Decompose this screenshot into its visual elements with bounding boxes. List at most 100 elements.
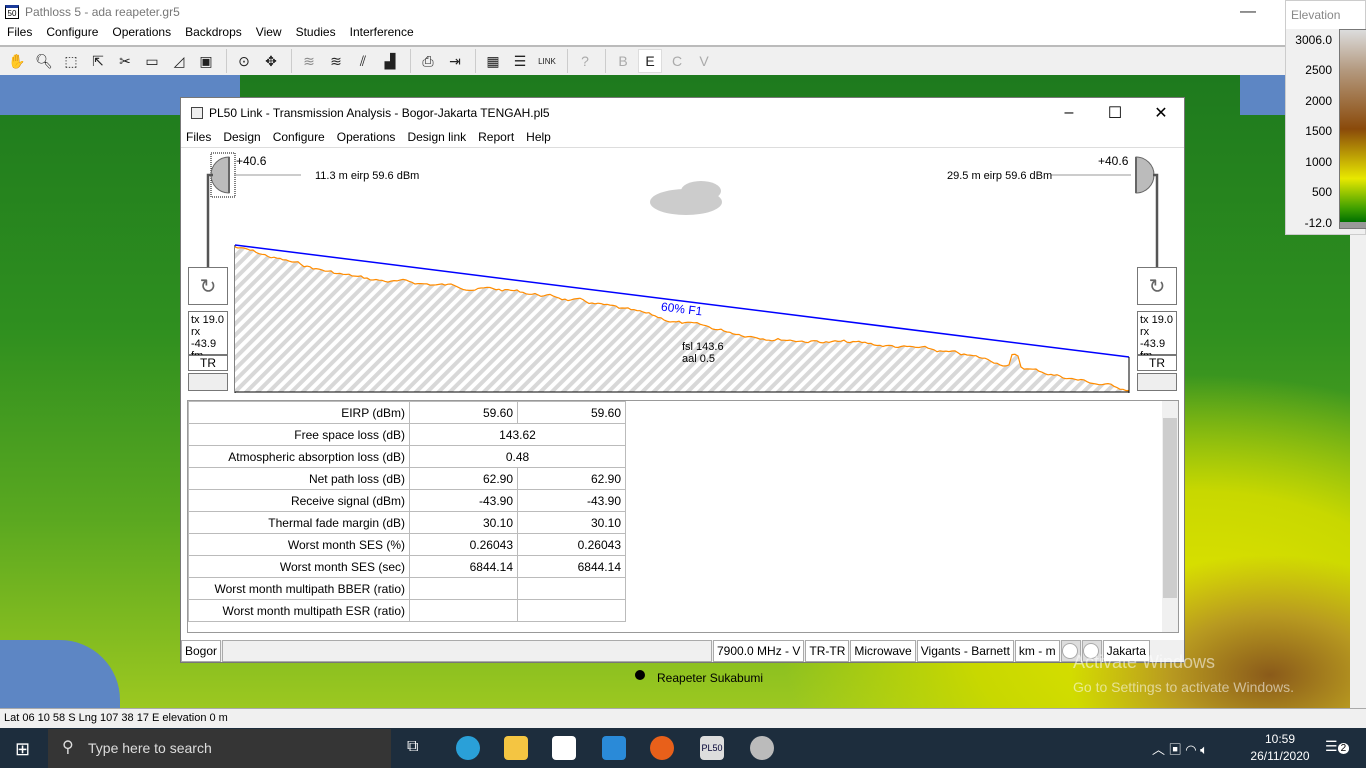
search-icon: ⚲ (62, 739, 74, 756)
menu-configure[interactable]: Configure (268, 128, 332, 147)
menu-configure[interactable]: Configure (39, 24, 105, 43)
left-radio-rotate-icon[interactable]: ↻ (188, 267, 228, 305)
left-blank-button[interactable] (188, 373, 228, 391)
maximize-button[interactable]: ☐ (1092, 98, 1138, 128)
left-antenna-info: 11.3 m eirp 59.6 dBm (315, 170, 420, 182)
row-value: 62.90 (517, 467, 626, 490)
pathloss-icon[interactable] (750, 736, 774, 760)
minimize-button[interactable]: – (1046, 98, 1092, 128)
status-frequency[interactable]: 7900.0 MHz - V (713, 640, 805, 662)
pointer-link-icon[interactable]: ⇱ (86, 49, 110, 73)
toggle-b[interactable]: B (611, 49, 635, 73)
link-icon[interactable]: LINK (535, 49, 559, 73)
row-value (517, 577, 626, 600)
site-label: Reapeter Sukabumi (657, 671, 764, 685)
pl50-icon[interactable]: PL50 (700, 736, 724, 760)
terrain-fill (235, 247, 1129, 392)
menu-files[interactable]: Files (0, 24, 39, 43)
right-radio-rotate-icon[interactable]: ↻ (1137, 267, 1177, 305)
zoom-1-1-icon[interactable]: ⊙ (232, 49, 256, 73)
camera-icon[interactable]: ▣ (194, 49, 218, 73)
separator (291, 49, 292, 73)
right-radio-info[interactable]: tx 19.0 rx -43.9 fm 30.1 (1137, 311, 1177, 374)
elevation-label: 500 (1311, 185, 1332, 199)
select-area-icon[interactable]: ⬚ (59, 49, 83, 73)
file-explorer-icon[interactable] (504, 736, 528, 760)
elevation-label: 3006.0 (1295, 33, 1332, 47)
menu-operations[interactable]: Operations (105, 24, 178, 43)
row-value: 6844.14 (517, 555, 626, 578)
close-button[interactable]: ✕ (1138, 98, 1184, 128)
site-marker[interactable] (635, 670, 645, 680)
search-icon[interactable]: 🔍︎ (32, 49, 56, 73)
menu-interference[interactable]: Interference (343, 24, 421, 43)
task-view-icon[interactable]: ⧉ (407, 738, 418, 756)
table-row: Worst month multipath BBER (ratio) (188, 577, 626, 600)
menu-design-link[interactable]: Design link (402, 128, 473, 147)
sea-area (1240, 75, 1285, 115)
elevation-label: 2500 (1305, 63, 1332, 77)
watermark-line2: Go to Settings to activate Windows. (1073, 679, 1294, 695)
menu-view[interactable]: View (249, 24, 289, 43)
menu-operations[interactable]: Operations (332, 128, 403, 147)
status-units[interactable]: km - m (1014, 640, 1060, 662)
menu-studies[interactable]: Studies (289, 24, 343, 43)
row-label: Net path loss (dB) (188, 467, 410, 490)
list-icon[interactable]: ☰ (508, 49, 532, 73)
profile-icon[interactable]: ◿ (167, 49, 191, 73)
left-mode[interactable]: TR (188, 355, 228, 371)
analysis-table: EIRP (dBm) 59.60 59.60 Free space loss (dB)… (187, 400, 1179, 633)
scrollbar-thumb[interactable] (1163, 418, 1177, 598)
export-icon[interactable]: ⇥ (443, 49, 467, 73)
windows-start-icon[interactable]: ⊞ (15, 739, 30, 760)
time: 10:59 (1264, 732, 1296, 746)
clock[interactable]: 10:59 26/11/2020 (1250, 732, 1310, 763)
taskbar-search[interactable]: ⚲ Type here to search (48, 729, 391, 768)
notification-icon[interactable]: ☰ 2 (1325, 738, 1350, 755)
right-rx: rx -43.9 (1140, 326, 1166, 350)
hand-icon[interactable]: ✋ (5, 49, 29, 73)
row-label: Worst month SES (%) (188, 533, 410, 556)
path-profile[interactable]: +40.6 11.3 m eirp 59.6 dBm +40.6 29.5 m … (181, 149, 1184, 395)
menu-design[interactable]: Design (218, 128, 267, 147)
mail-icon[interactable] (602, 736, 626, 760)
status-method[interactable]: Vigants - Barnett (916, 640, 1014, 662)
store-icon[interactable] (552, 736, 576, 760)
right-antenna-icon (1135, 156, 1155, 194)
table-row: Atmospheric absorption loss (dB) 0.48 (188, 445, 626, 468)
status-config[interactable]: TR-TR (805, 640, 850, 662)
minimize-button[interactable]: — (1240, 3, 1256, 21)
taskbar: ⊞ ⚲ Type here to search ⧉ PL50 ︿ ▣ ◠ 🔈︎ 1… (0, 728, 1366, 768)
toolbar: ✋ 🔍︎ ⬚ ⇱ ✂ ▭ ◿ ▣ ⊙ ✥ ≋ ≋ ⫽ ▟ ⎙ ⇥ ▦ ☰ LIN… (0, 45, 1285, 75)
print-icon[interactable]: ⎙ (416, 49, 440, 73)
toggle-e[interactable]: E (638, 49, 662, 73)
ruler-icon[interactable]: ▭ (140, 49, 164, 73)
table-icon[interactable]: ▦ (481, 49, 505, 73)
terrain-icon[interactable]: ▟ (378, 49, 402, 73)
status-type[interactable]: Microwave (850, 640, 916, 662)
toggle-c[interactable]: C (665, 49, 689, 73)
contour-1-icon[interactable]: ≋ (297, 49, 321, 73)
contour-2-icon[interactable]: ≋ (324, 49, 348, 73)
elevation-label: -12.0 (1304, 216, 1332, 230)
edge-icon[interactable] (456, 736, 480, 760)
row-label: Receive signal (dBm) (188, 489, 410, 512)
right-mode[interactable]: TR (1137, 355, 1177, 371)
table-scrollbar[interactable] (1162, 401, 1178, 632)
fit-icon[interactable]: ✥ (259, 49, 283, 73)
help-icon[interactable]: ? (573, 49, 597, 73)
pointer-cut-icon[interactable]: ✂ (113, 49, 137, 73)
tray-icons[interactable]: ︿ ▣ ◠ 🔈︎ (1152, 739, 1208, 758)
menu-backdrops[interactable]: Backdrops (178, 24, 249, 43)
menu-help[interactable]: Help (521, 128, 558, 147)
right-blank-button[interactable] (1137, 373, 1177, 391)
separator (410, 49, 411, 73)
row-value: 62.90 (409, 467, 518, 490)
app-icon: 50 (5, 5, 19, 19)
menu-files[interactable]: Files (181, 128, 218, 147)
firefox-icon[interactable] (650, 736, 674, 760)
toggle-v[interactable]: V (692, 49, 716, 73)
contour-3-icon[interactable]: ⫽ (351, 49, 375, 73)
left-radio-info[interactable]: tx 19.0 rx -43.9 fm 30.1 (188, 311, 228, 374)
menu-report[interactable]: Report (473, 128, 521, 147)
